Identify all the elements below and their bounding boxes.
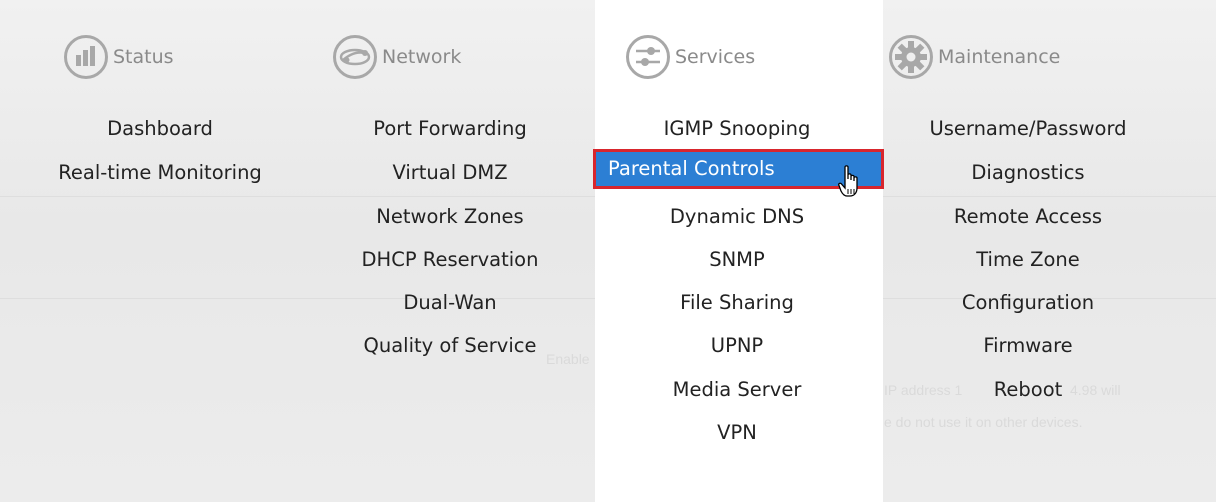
- menu-item-reboot[interactable]: Reboot: [994, 373, 1063, 407]
- menu-item-dynamic-dns[interactable]: Dynamic DNS: [670, 200, 804, 234]
- menu-item-dashboard[interactable]: Dashboard: [107, 112, 213, 146]
- menu-item-virtual-dmz[interactable]: Virtual DMZ: [392, 156, 507, 190]
- menu-item-time-zone[interactable]: Time Zone: [976, 243, 1080, 277]
- menu-item-media-server[interactable]: Media Server: [673, 373, 802, 407]
- menu-item-vpn[interactable]: VPN: [717, 416, 757, 450]
- status-menu-header[interactable]: Status: [64, 33, 174, 81]
- menu-item-port-forwarding[interactable]: Port Forwarding: [373, 112, 526, 146]
- menu-item-file-sharing[interactable]: File Sharing: [680, 286, 794, 320]
- menu-item-igmp-snooping[interactable]: IGMP Snooping: [664, 112, 811, 146]
- background-notice-text: 4.98 will: [1070, 382, 1121, 398]
- status-menu-title: Status: [113, 46, 174, 68]
- network-menu-title: Network: [382, 46, 462, 68]
- background-notice-text: e do not use it on other devices.: [884, 414, 1083, 430]
- menu-item-real-time-monitoring[interactable]: Real-time Monitoring: [58, 156, 262, 190]
- menu-item-upnp[interactable]: UPNP: [711, 329, 763, 363]
- network-menu-header[interactable]: Network: [333, 33, 461, 81]
- menu-item-username-password[interactable]: Username/Password: [929, 112, 1126, 146]
- menu-item-diagnostics[interactable]: Diagnostics: [971, 156, 1084, 190]
- menu-item-quality-of-service[interactable]: Quality of Service: [364, 329, 537, 363]
- background-notice-text: IP address 1: [884, 382, 963, 398]
- menu-item-configuration[interactable]: Configuration: [962, 286, 1094, 320]
- menu-item-network-zones[interactable]: Network Zones: [376, 200, 523, 234]
- hand-pointer-cursor-icon: [838, 165, 858, 197]
- menu-item-firmware[interactable]: Firmware: [983, 329, 1072, 363]
- menu-item-dhcp-reservation[interactable]: DHCP Reservation: [362, 243, 539, 277]
- services-menu-title: Services: [675, 46, 756, 68]
- gear-icon: [889, 35, 933, 79]
- sliders-icon: [626, 35, 670, 79]
- menu-item-remote-access[interactable]: Remote Access: [954, 200, 1102, 234]
- menu-item-dual-wan[interactable]: Dual-Wan: [403, 286, 496, 320]
- background-enable-text: Enable: [546, 351, 590, 367]
- services-menu-header[interactable]: Services: [626, 33, 755, 81]
- bar-chart-icon: [64, 35, 108, 79]
- network-globe-icon: [333, 35, 377, 79]
- maintenance-menu-title: Maintenance: [938, 46, 1061, 68]
- menu-item-snmp[interactable]: SNMP: [709, 243, 765, 277]
- maintenance-menu-header[interactable]: Maintenance: [889, 33, 1060, 81]
